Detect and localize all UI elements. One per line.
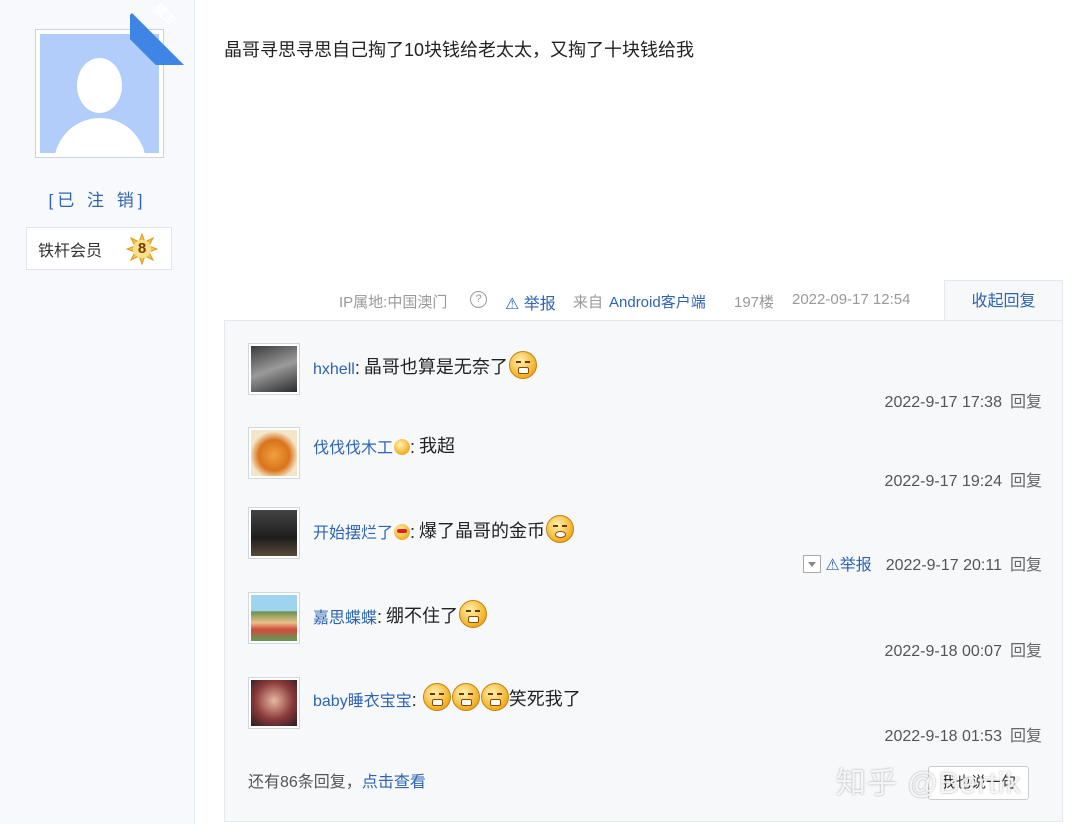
reply-username[interactable]: hxhell: [313, 361, 355, 379]
grin-emoji-icon: [459, 600, 488, 628]
separator: :: [410, 522, 416, 542]
level-star-icon: 8: [125, 232, 159, 266]
dropdown-icon[interactable]: [803, 555, 822, 573]
separator: :: [410, 437, 416, 457]
watermark: 知乎 @Bertik: [836, 767, 1022, 800]
reply-time: 2022-9-18 00:07: [884, 643, 1002, 660]
avatar[interactable]: [248, 677, 300, 729]
reply-button[interactable]: 回复: [1010, 394, 1042, 411]
list-item: hxhell: 晶哥也算是无奈了 2022-9-17 17:38 回复: [225, 343, 1064, 423]
avatar[interactable]: [248, 343, 300, 395]
list-item: 开始摆烂了: 爆了晶哥的金币 ⚠举报 2022-9-17 20:11 回复: [225, 507, 1064, 587]
post-content: 晶哥寻思寻思自己掏了10块钱给老太太，又掏了十块钱给我: [224, 40, 695, 60]
source-client-link[interactable]: Android客户端: [609, 291, 706, 312]
avatar[interactable]: [248, 427, 300, 479]
floor-number: 197楼: [734, 294, 775, 311]
separator: :: [411, 690, 417, 710]
reply-text: 爆了晶哥的金币: [419, 521, 546, 541]
grin-emoji-icon: [480, 683, 509, 711]
reply-text: 晶哥也算是无奈了: [363, 357, 508, 377]
post-meta-bar: IP属地:中国澳门 ? ⚠ 举报 来自 Android客户端 197楼 2022…: [0, 280, 1080, 321]
report-link[interactable]: ⚠举报: [825, 557, 871, 574]
reply-time: 2022-9-17 20:11: [885, 557, 1002, 574]
heart-eyes-emoji-icon: [394, 524, 411, 540]
more-replies-count: 还有86条回复，: [248, 774, 362, 791]
separator: :: [377, 607, 383, 627]
level-number: 8: [137, 240, 147, 257]
avatar[interactable]: [248, 507, 300, 559]
avatar[interactable]: [248, 592, 300, 644]
list-item: baby睡衣宝宝: 笑死我了 2022-9-18 01:53 回复: [225, 677, 1064, 757]
separator: :: [354, 358, 360, 378]
blush-emoji-icon: [394, 439, 411, 455]
reply-time: 2022-9-17 17:38: [884, 394, 1002, 411]
reply-username[interactable]: 嘉思蝶蝶: [313, 604, 377, 628]
reply-text: 笑死我了: [508, 689, 581, 709]
post-time: 2022-09-17 12:54: [792, 291, 911, 308]
reply-button[interactable]: 回复: [1010, 557, 1042, 574]
collapse-replies-tab[interactable]: 收起回复: [944, 280, 1063, 321]
warning-icon: ⚠: [825, 557, 840, 574]
reply-list: hxhell: 晶哥也算是无奈了 2022-9-17 17:38 回复 伐伐伐木工…: [224, 320, 1063, 822]
warning-icon: ⚠: [505, 296, 520, 313]
list-item: 伐伐伐木工: 我超 2022-9-17 19:24 回复: [225, 427, 1064, 507]
member-label: 铁杆会员: [38, 242, 103, 260]
grin-emoji-icon: [508, 351, 537, 379]
list-item: 嘉思蝶蝶: 绷不住了 2022-9-18 00:07 回复: [225, 592, 1064, 672]
reply-username[interactable]: 开始摆烂了: [313, 519, 393, 543]
reply-text: 我超: [419, 436, 456, 456]
reply-time: 2022-9-17 19:24: [884, 473, 1002, 490]
author-name[interactable]: [已 注 销]: [0, 186, 195, 211]
shocked-emoji-icon: [546, 515, 575, 543]
ip-location: IP属地:中国澳门: [339, 294, 448, 311]
grin-emoji-icon: [422, 683, 451, 711]
view-more-link[interactable]: 点击查看: [362, 774, 426, 791]
source-prefix: 来自: [573, 294, 604, 311]
reply-username[interactable]: 伐伐伐木工: [313, 434, 393, 458]
reply-button[interactable]: 回复: [1010, 728, 1042, 745]
reply-button[interactable]: 回复: [1010, 643, 1042, 660]
reply-text: 绷不住了: [386, 606, 459, 626]
grin-emoji-icon: [451, 683, 480, 711]
reply-username[interactable]: baby睡衣宝宝: [313, 687, 412, 711]
report-link[interactable]: ⚠ 举报: [505, 290, 556, 314]
reply-button[interactable]: 回复: [1010, 473, 1042, 490]
member-level-badge[interactable]: 铁杆会员 8: [26, 227, 172, 270]
help-icon[interactable]: ?: [470, 291, 487, 308]
more-replies-row: 还有86条回复，点击查看: [248, 768, 426, 792]
reply-time: 2022-9-18 01:53: [884, 728, 1002, 745]
author-sidebar: 楼主 [已 注 销] 铁杆会员 8: [0, 0, 195, 824]
